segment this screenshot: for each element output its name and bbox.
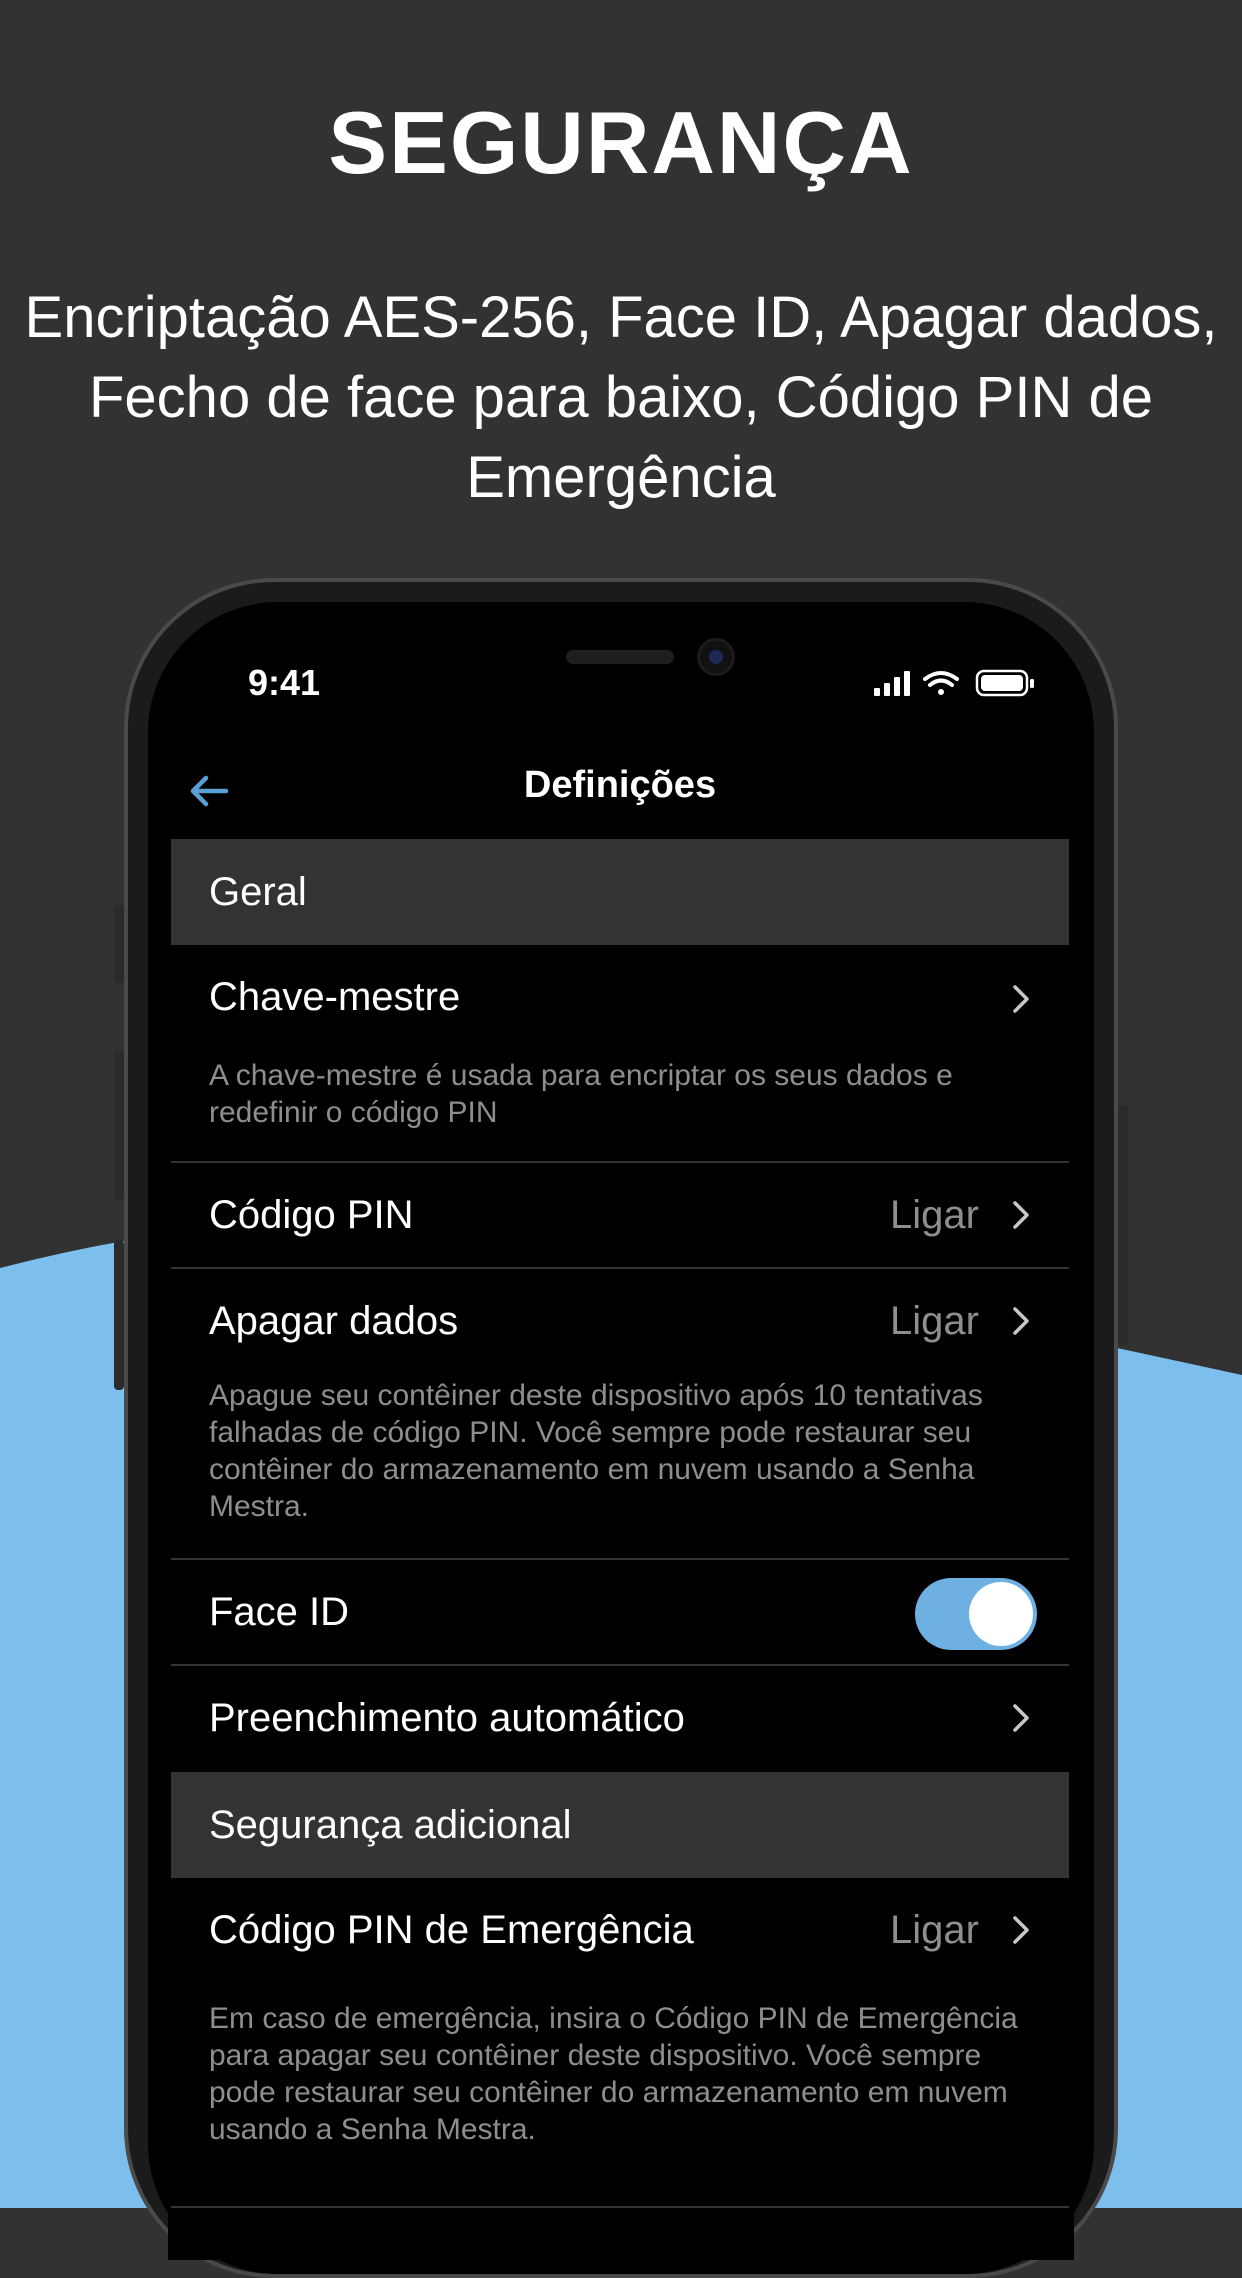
toggle-knob bbox=[969, 1582, 1033, 1646]
settings-row-master-key[interactable]: Chave-mestre A chave-mestre é usada para… bbox=[171, 945, 1069, 1163]
row-value: Ligar bbox=[890, 1193, 979, 1237]
row-title: Preenchimento automático bbox=[209, 1696, 685, 1740]
promo-headline: SEGURANÇA bbox=[328, 93, 914, 192]
settings-list: Geral Chave-mestre A chave-mestre é usad… bbox=[171, 839, 1069, 2208]
row-title: Face ID bbox=[209, 1590, 350, 1634]
chevron-right-icon bbox=[1013, 1916, 1029, 1944]
phone-side-button bbox=[1118, 1105, 1128, 1345]
chevron-right-icon bbox=[1013, 1201, 1029, 1229]
row-value: Ligar bbox=[890, 1299, 979, 1343]
battery-icon bbox=[975, 669, 1034, 697]
settings-row-emergency-pin[interactable]: Código PIN de Emergência Ligar Em caso d… bbox=[171, 1878, 1069, 2208]
promo-subline: Encriptação AES-256, Face ID, Apagar dad… bbox=[24, 285, 1218, 510]
status-icons bbox=[874, 668, 1038, 703]
signal-icon bbox=[874, 671, 910, 696]
row-value: Ligar bbox=[890, 1908, 979, 1952]
settings-row-autofill[interactable]: Preenchimento automático bbox=[171, 1666, 1069, 1772]
wifi-icon bbox=[923, 671, 959, 695]
row-title: Código PIN bbox=[209, 1193, 414, 1237]
row-description: Em caso de emergência, insira o Código P… bbox=[209, 2002, 1018, 2146]
section-header-general: Geral bbox=[171, 839, 1069, 945]
section-header-additional-security: Segurança adicional bbox=[171, 1772, 1069, 1878]
settings-row-face-id: Face ID bbox=[171, 1560, 1069, 1666]
phone-side-button bbox=[114, 1240, 124, 1390]
front-camera bbox=[697, 638, 735, 676]
settings-row-erase-data[interactable]: Apagar dados Ligar Apague seu contêiner … bbox=[171, 1269, 1069, 1560]
row-description: Apague seu contêiner deste dispositivo a… bbox=[209, 1379, 983, 1523]
earpiece-speaker bbox=[566, 650, 674, 664]
face-id-toggle[interactable] bbox=[915, 1578, 1037, 1650]
status-time: 9:41 bbox=[248, 662, 321, 703]
phone-side-button bbox=[114, 905, 124, 983]
chevron-right-icon bbox=[1013, 1307, 1029, 1335]
page-title: Definições bbox=[523, 764, 717, 806]
chevron-right-icon bbox=[1013, 985, 1029, 1013]
chevron-right-icon bbox=[1013, 1704, 1029, 1732]
row-title: Código PIN de Emergência bbox=[209, 1908, 694, 1952]
phone-side-button bbox=[114, 1050, 124, 1200]
settings-row-pin-code[interactable]: Código PIN Ligar bbox=[171, 1163, 1069, 1269]
row-title: Chave-mestre bbox=[209, 975, 461, 1019]
row-description: A chave-mestre é usada para encriptar os… bbox=[209, 1059, 953, 1129]
row-title: Apagar dados bbox=[209, 1299, 459, 1343]
